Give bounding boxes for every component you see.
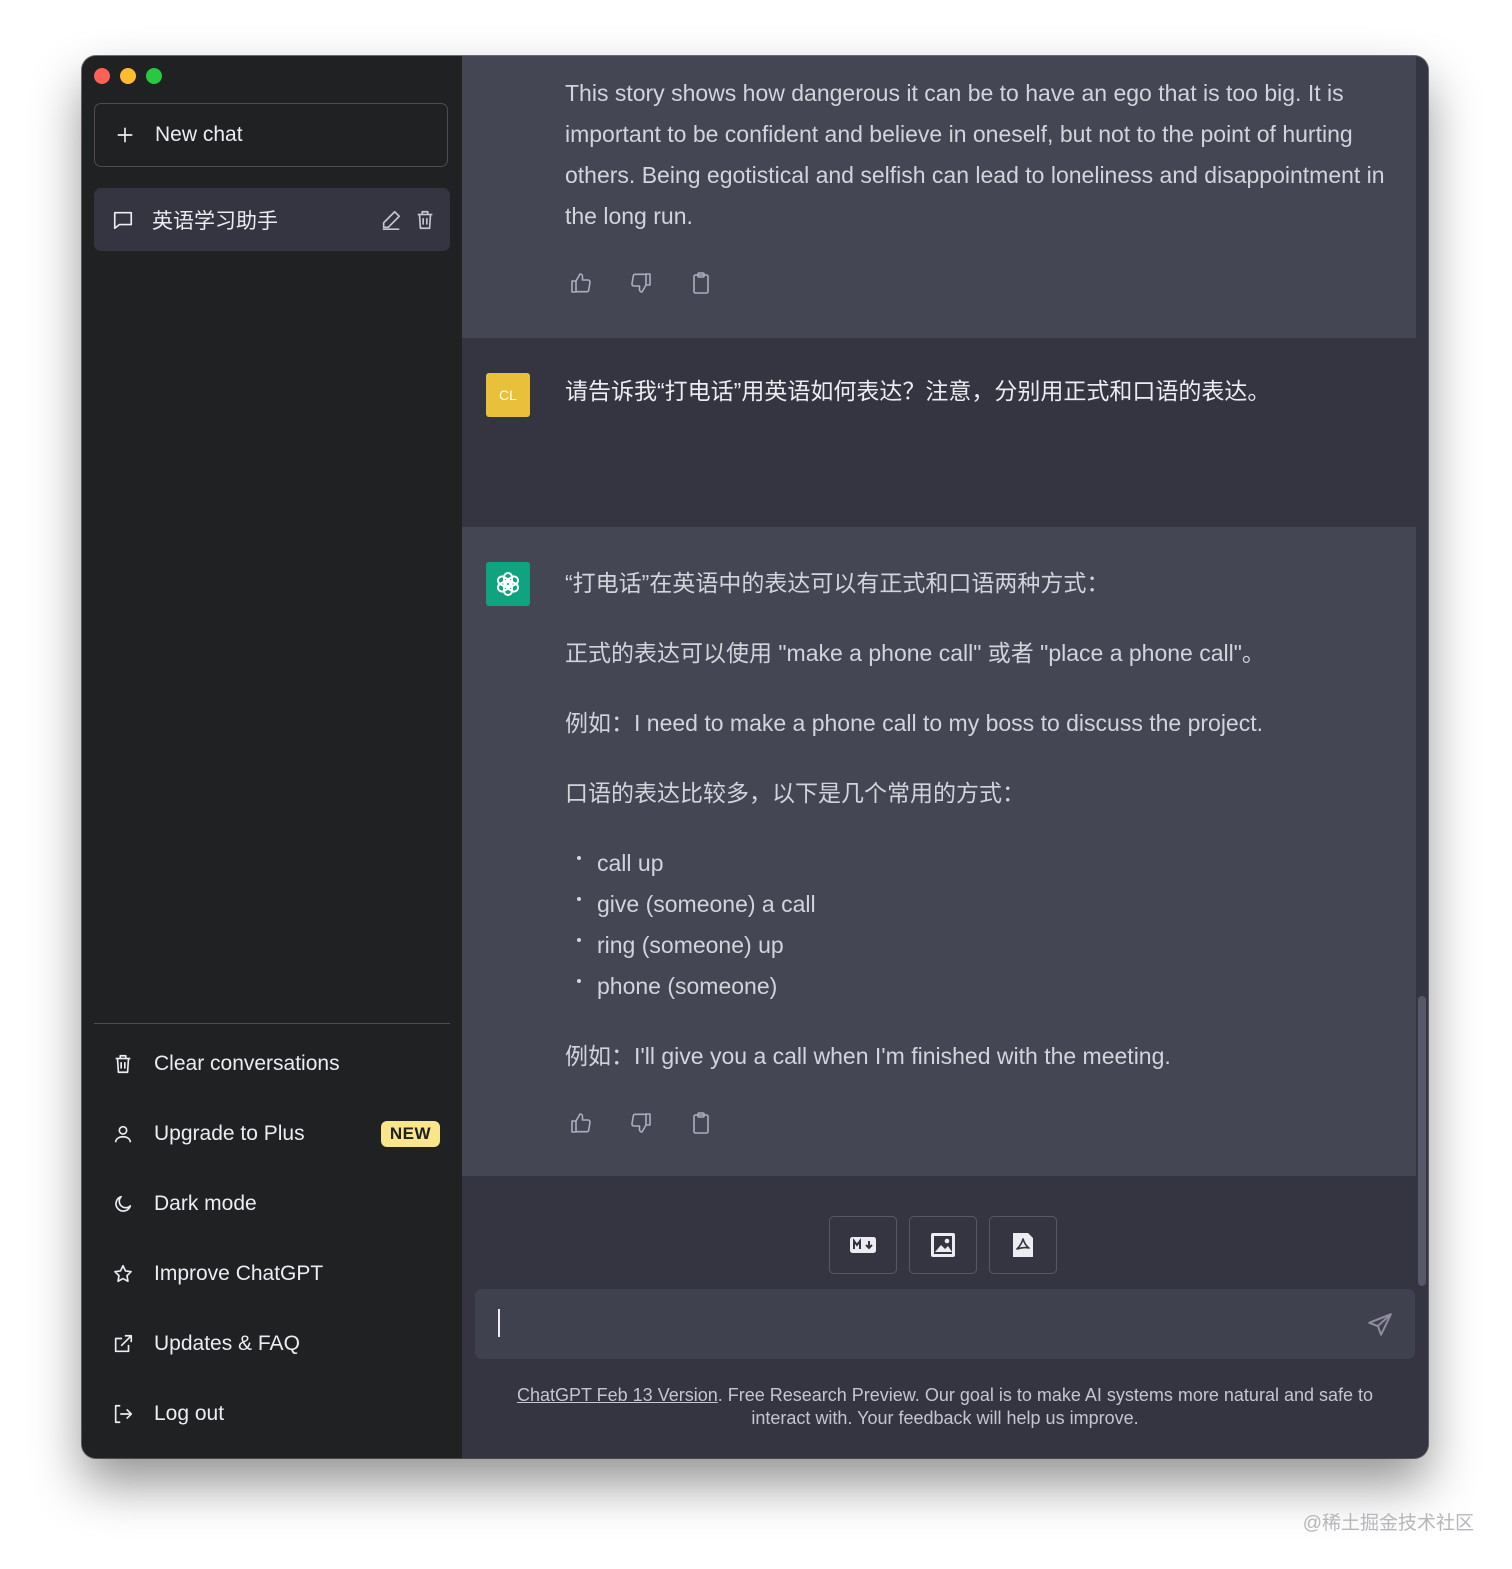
trash-icon[interactable]	[414, 209, 436, 231]
message-paragraph: 口语的表达比较多，以下是几个常用的方式：	[565, 780, 1025, 806]
clear-conversations-label: Clear conversations	[154, 1052, 340, 1075]
composer-area: ChatGPT Feb 13 Version. Free Research Pr…	[462, 1176, 1416, 1458]
new-badge: NEW	[380, 1121, 440, 1147]
maximize-window-button[interactable]	[146, 68, 162, 84]
new-chat-label: New chat	[155, 123, 243, 146]
upgrade-label: Upgrade to Plus	[154, 1122, 305, 1145]
chat-bubble-icon	[113, 211, 133, 229]
external-link-icon	[114, 1334, 133, 1353]
list-item: ring (someone) up	[565, 925, 1385, 966]
sidebar: New chat 英语学习助手 Clear conversations Upgr…	[82, 56, 462, 1458]
assistant-message: This story shows how dangerous it can be…	[462, 56, 1416, 338]
moon-icon	[115, 1195, 132, 1212]
message-paragraph: 例如：I need to make a phone call to my bos…	[565, 710, 1264, 736]
message-body: “打电话”在英语中的表达可以有正式和口语两种方式： 正式的表达可以使用 "mak…	[565, 563, 1385, 1077]
openai-logo-icon	[486, 562, 530, 606]
footer-text: . Free Research Preview. Our goal is to …	[717, 1385, 1374, 1428]
message-paragraph: 例如：I'll give you a call when I'm finishe…	[565, 1043, 1171, 1069]
image-icon	[931, 1233, 955, 1257]
clear-conversations-button[interactable]: Clear conversations	[94, 1036, 450, 1092]
user-icon	[114, 1125, 132, 1143]
logout-icon	[114, 1404, 133, 1424]
clipboard-icon[interactable]	[689, 1111, 713, 1135]
conversation-item[interactable]: 英语学习助手	[94, 188, 450, 251]
dark-mode-toggle[interactable]: Dark mode	[94, 1176, 450, 1232]
message-text: This story shows how dangerous it can be…	[565, 80, 1385, 229]
list-item: call up	[565, 843, 1385, 884]
user-avatar: CL	[486, 373, 530, 417]
clipboard-icon[interactable]	[689, 271, 713, 295]
export-image-button[interactable]	[909, 1216, 977, 1274]
minimize-window-button[interactable]	[120, 68, 136, 84]
version-link[interactable]: ChatGPT Feb 13 Version	[517, 1385, 718, 1405]
bullet-list: call up give (someone) a call ring (some…	[565, 843, 1385, 1007]
conversation-title: 英语学习助手	[152, 209, 278, 233]
export-pdf-button[interactable]	[989, 1216, 1057, 1274]
user-message: CL 请告诉我“打电话”用英语如何表达？注意，分别用正式和口语的表达。	[462, 338, 1416, 527]
star-icon	[114, 1264, 132, 1283]
send-icon[interactable]	[1367, 1312, 1393, 1338]
export-toolbar	[829, 1216, 1057, 1274]
close-window-button[interactable]	[94, 68, 110, 84]
feedback-row	[569, 1111, 713, 1135]
upgrade-to-plus-button[interactable]: Upgrade to Plus NEW	[94, 1106, 450, 1162]
chat-main: This story shows how dangerous it can be…	[462, 56, 1428, 1458]
thumbs-up-icon[interactable]	[569, 271, 593, 295]
updates-faq-link[interactable]: Updates & FAQ	[94, 1316, 450, 1372]
feedback-row	[569, 271, 713, 295]
assistant-message: “打电话”在英语中的表达可以有正式和口语两种方式： 正式的表达可以使用 "mak…	[462, 527, 1416, 1177]
sidebar-divider	[94, 1023, 450, 1024]
dark-mode-label: Dark mode	[154, 1192, 257, 1215]
thumbs-up-icon[interactable]	[569, 1111, 593, 1135]
edit-icon[interactable]	[380, 209, 402, 231]
list-item: give (someone) a call	[565, 884, 1385, 925]
improve-label: Improve ChatGPT	[154, 1262, 324, 1285]
thumbs-down-icon[interactable]	[629, 271, 653, 295]
message-paragraph: “打电话”在英语中的表达可以有正式和口语两种方式：	[565, 570, 1110, 596]
markdown-icon	[850, 1237, 876, 1253]
thumbs-down-icon[interactable]	[629, 1111, 653, 1135]
improve-chatgpt-button[interactable]: Improve ChatGPT	[94, 1246, 450, 1302]
message-paragraph: 正式的表达可以使用 "make a phone call" 或者 "place …	[565, 640, 1265, 666]
watermark: @稀土掘金技术社区	[1302, 1513, 1474, 1534]
app-window: New chat 英语学习助手 Clear conversations Upgr…	[82, 56, 1428, 1458]
list-item: phone (someone)	[565, 966, 1385, 1007]
footer-note: ChatGPT Feb 13 Version. Free Research Pr…	[502, 1384, 1388, 1430]
message-input[interactable]	[505, 1289, 1349, 1361]
scrollbar[interactable]	[1418, 996, 1426, 1286]
plus-icon	[117, 127, 133, 143]
updates-label: Updates & FAQ	[154, 1332, 300, 1355]
text-cursor	[498, 1309, 500, 1337]
window-controls	[94, 68, 162, 84]
message-text: 请告诉我“打电话”用英语如何表达？注意，分别用正式和口语的表达。	[565, 378, 1271, 404]
trash-icon	[115, 1054, 131, 1074]
pdf-icon	[1013, 1233, 1033, 1257]
logout-label: Log out	[154, 1402, 225, 1425]
logout-button[interactable]: Log out	[94, 1386, 450, 1442]
new-chat-button[interactable]: New chat	[94, 103, 448, 167]
export-markdown-button[interactable]	[829, 1216, 897, 1274]
message-composer	[475, 1289, 1415, 1361]
